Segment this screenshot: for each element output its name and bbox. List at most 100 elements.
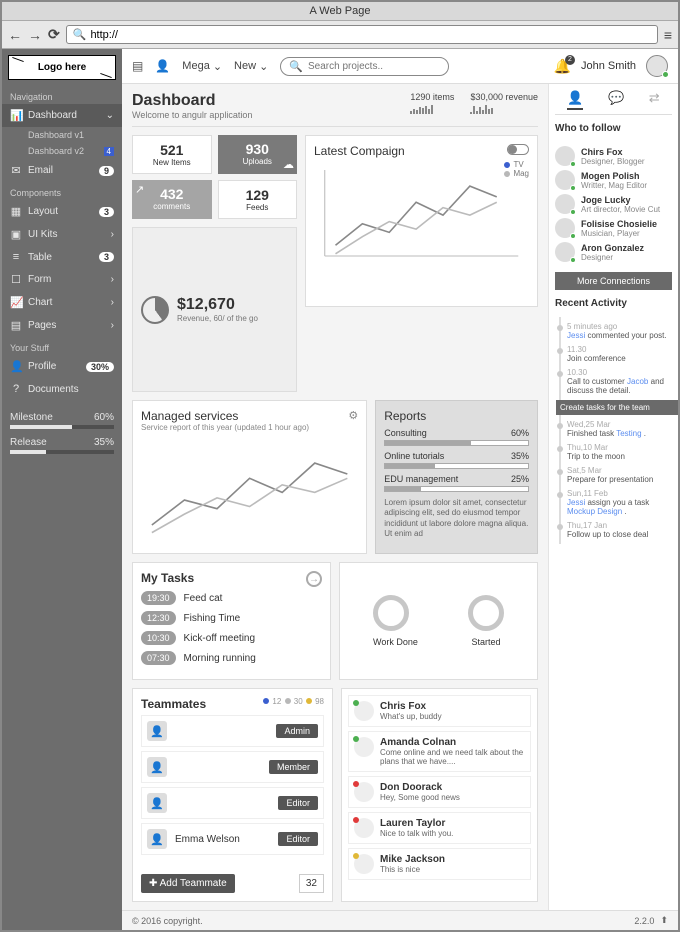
- avatar-icon: 👤: [147, 793, 167, 813]
- panel-settings-icon[interactable]: ⚙: [348, 409, 358, 422]
- report-item: Online tutorials35%: [384, 451, 529, 469]
- follow-item[interactable]: Aron GonzalezDesigner: [555, 242, 672, 262]
- notifications-button[interactable]: 🔔2: [554, 58, 571, 75]
- avatar: [354, 818, 374, 838]
- tasks-panel: → My Tasks 19:30Feed cat 12:30Fishing Tim…: [132, 562, 331, 680]
- url-field[interactable]: 🔍: [66, 25, 658, 44]
- sidebar-subitem[interactable]: Dashboard v24: [2, 143, 122, 159]
- follow-item[interactable]: Mogen PolishWritter, Mag Editor: [555, 170, 672, 190]
- sidebar-icon: 📊: [10, 109, 22, 122]
- teammate-count: 32: [299, 874, 324, 893]
- message-sender: Amanda Colnan: [380, 737, 525, 748]
- stat-card-comments[interactable]: ↗432comments: [132, 180, 212, 219]
- message-item[interactable]: Chris FoxWhat's up, buddy: [348, 695, 531, 727]
- revenue-caption: Revenue, 60/ of the go: [177, 314, 258, 323]
- badge: 3: [99, 252, 114, 262]
- avatar: [555, 170, 575, 190]
- stuff-heading: Your Stuff: [2, 337, 122, 355]
- mega-menu[interactable]: Mega ⌄: [182, 60, 222, 73]
- progress-rings-panel: Work Done Started: [339, 562, 538, 680]
- message-item[interactable]: Lauren TaylorNice to talk with you.: [348, 812, 531, 844]
- reload-button[interactable]: ⟳: [48, 26, 60, 43]
- sidebar-item-dashboard[interactable]: 📊Dashboard⌄: [2, 104, 122, 127]
- task-item[interactable]: 19:30Feed cat: [141, 591, 322, 605]
- new-menu[interactable]: New ⌄: [234, 60, 268, 73]
- compaign-chart: [314, 158, 529, 268]
- status-dot: [570, 161, 576, 167]
- task-item[interactable]: 07:30Morning running: [141, 651, 322, 665]
- message-sender: Chris Fox: [380, 701, 442, 712]
- tab-people[interactable]: 👤: [567, 90, 583, 110]
- sidebar-item-pages[interactable]: ▤Pages›: [2, 314, 122, 337]
- sidebar-item-form[interactable]: ☐Form›: [2, 268, 122, 291]
- message-item[interactable]: Don DoorackHey, Some good news: [348, 776, 531, 808]
- task-item[interactable]: 12:30Fishing Time: [141, 611, 322, 625]
- url-input[interactable]: [90, 29, 650, 41]
- task-time: 12:30: [141, 611, 176, 625]
- avatar-icon: 👤: [147, 757, 167, 777]
- sidebar-icon: ?: [10, 383, 22, 395]
- sidebar-icon: ☐: [10, 273, 22, 286]
- message-item[interactable]: Amanda ColnanCome online and we need tal…: [348, 731, 531, 772]
- stat-card-feeds[interactable]: 129Feeds: [218, 180, 298, 219]
- sidebar-item-table[interactable]: ≡Table3: [2, 246, 122, 268]
- follow-item[interactable]: Folisise ChosielieMusician, Player: [555, 218, 672, 238]
- tasks-title: My Tasks: [141, 571, 322, 585]
- report-item: Consulting60%: [384, 428, 529, 446]
- avatar: [354, 701, 374, 721]
- scroll-top-icon[interactable]: ⬆: [660, 915, 668, 926]
- activity-item: Sun,11 FebJessi assign you a task Mockup…: [567, 489, 672, 516]
- chevron-down-icon: ⌄: [259, 60, 268, 73]
- chart-toggle[interactable]: [507, 144, 529, 155]
- task-time: 10:30: [141, 631, 176, 645]
- forward-button[interactable]: →: [28, 27, 42, 43]
- add-teammate-button[interactable]: ✚ Add Teammate: [141, 874, 235, 893]
- sidebar-item-layout[interactable]: ▦Layout3: [2, 200, 122, 223]
- topbar: ▤ 👤 Mega ⌄ New ⌄ 🔍 🔔2 John Smith: [122, 49, 678, 84]
- legend-item: Mag: [504, 169, 529, 178]
- toggle-sidebar-icon[interactable]: ▤: [132, 59, 143, 73]
- sidebar-item-ui-kits[interactable]: ▣UI Kits›: [2, 223, 122, 246]
- follow-item[interactable]: Joge LuckyArt director, Movie Cut: [555, 194, 672, 214]
- tasks-more-button[interactable]: →: [306, 571, 322, 587]
- teammate-row[interactable]: 👤Emma WelsonEditor: [141, 823, 324, 855]
- sidebar-item-profile[interactable]: 👤Profile30%: [2, 355, 122, 378]
- stat-card-new-items[interactable]: 521New Items: [132, 135, 212, 174]
- sidebar: Logo here Navigation 📊Dashboard⌄Dashboar…: [2, 49, 122, 930]
- kpi: $30,000 revenue: [470, 92, 538, 114]
- status-dot: [353, 736, 359, 742]
- sidebar-subitem[interactable]: Dashboard v1: [2, 127, 122, 143]
- task-item[interactable]: 10:30Kick-off meeting: [141, 631, 322, 645]
- compaign-title: Latest Compaign: [314, 144, 529, 158]
- follow-item[interactable]: Chirs FoxDesigner, Blogger: [555, 146, 672, 166]
- follow-heading: Who to follow: [555, 123, 672, 134]
- sidebar-item-email[interactable]: ✉Email9: [2, 159, 122, 182]
- search-input[interactable]: [308, 61, 440, 72]
- kpi: 1290 items: [410, 92, 454, 114]
- teammate-row[interactable]: 👤Editor: [141, 787, 324, 819]
- task-time: 19:30: [141, 591, 176, 605]
- tab-chat[interactable]: 💬: [608, 90, 624, 110]
- arrow-icon: ↗: [135, 183, 144, 196]
- search-field[interactable]: 🔍: [280, 57, 449, 76]
- message-item[interactable]: Mike JacksonThis is nice: [348, 848, 531, 880]
- avatar: [354, 854, 374, 874]
- teammate-row[interactable]: 👤Member: [141, 751, 324, 783]
- stat-card-uploads[interactable]: 930Uploads☁: [218, 135, 298, 174]
- tab-transfer[interactable]: ⇄: [649, 90, 660, 110]
- revenue-value: $12,670: [177, 296, 258, 314]
- activity-banner[interactable]: Create tasks for the team: [556, 400, 678, 415]
- more-connections-button[interactable]: More Connections: [555, 272, 672, 290]
- sidebar-item-documents[interactable]: ?Documents: [2, 378, 122, 400]
- messages-panel: Chris FoxWhat's up, buddy Amanda ColnanCo…: [341, 688, 538, 902]
- message-sender: Don Doorack: [380, 782, 460, 793]
- user-name[interactable]: John Smith: [581, 60, 636, 72]
- back-button[interactable]: ←: [8, 27, 22, 43]
- menu-icon[interactable]: ≡: [664, 27, 672, 43]
- logo[interactable]: Logo here: [8, 55, 116, 80]
- window-title: A Web Page: [2, 2, 678, 21]
- avatar[interactable]: [646, 55, 668, 77]
- teammate-row[interactable]: 👤Admin: [141, 715, 324, 747]
- sidebar-item-chart[interactable]: 📈Chart›: [2, 291, 122, 314]
- user-icon[interactable]: 👤: [155, 59, 170, 73]
